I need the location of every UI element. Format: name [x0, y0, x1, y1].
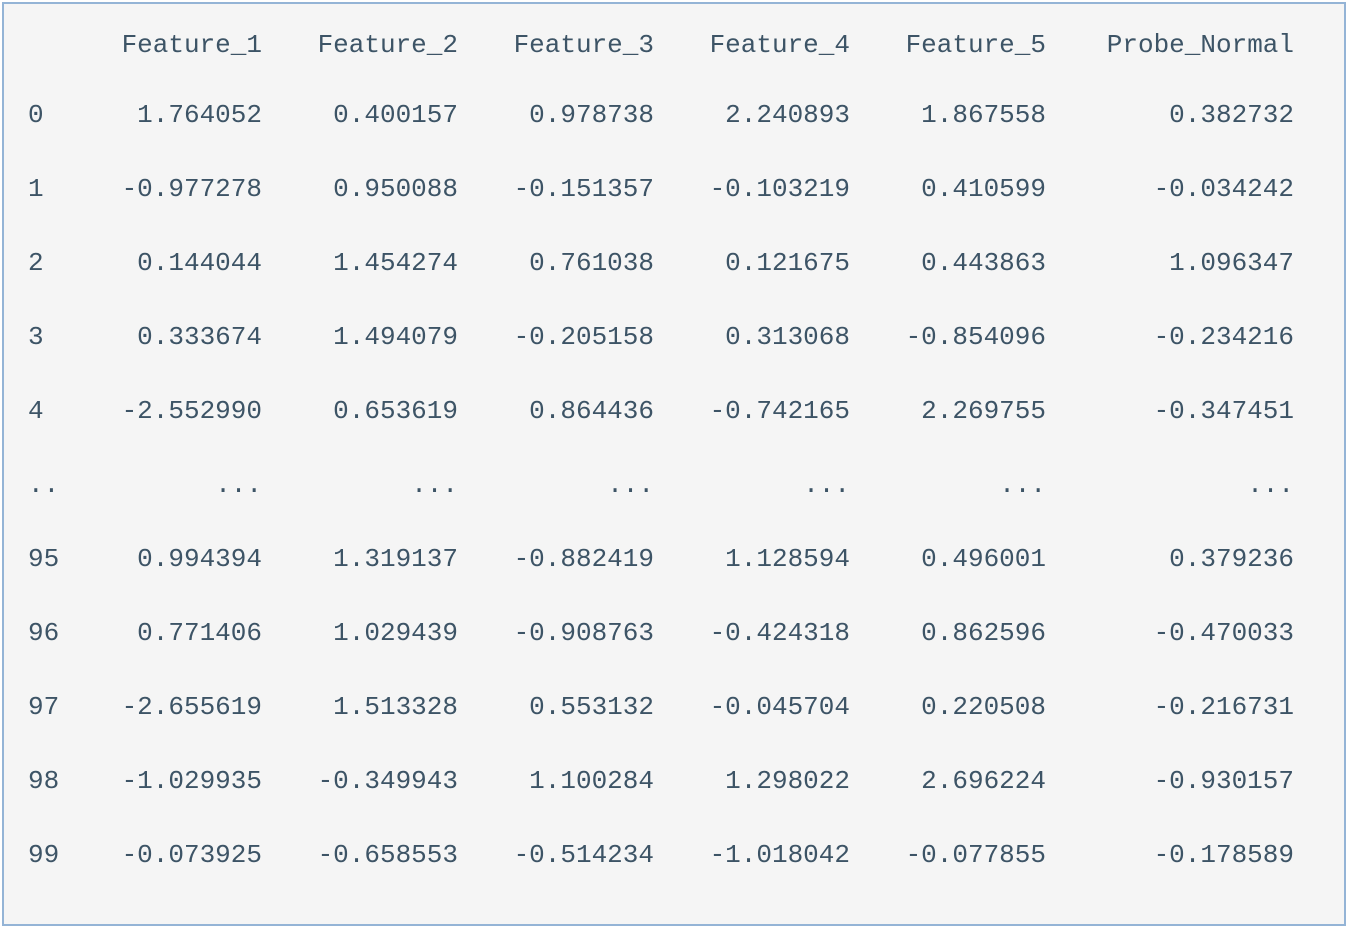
cell: 1.319137 — [280, 546, 476, 572]
cell: -0.854096 — [868, 324, 1064, 350]
table-row: 99 -0.073925 -0.658553 -0.514234 -1.0180… — [4, 842, 1344, 916]
cell: 1.494079 — [280, 324, 476, 350]
cell: -0.045704 — [672, 694, 868, 720]
cell: 0.443863 — [868, 250, 1064, 276]
cell: 0.379236 — [1064, 546, 1312, 572]
cell: -0.977278 — [84, 176, 280, 202]
col-header: Feature_2 — [280, 32, 476, 58]
cell: -0.073925 — [84, 842, 280, 868]
cell: 2.269755 — [868, 398, 1064, 424]
cell: -2.655619 — [84, 694, 280, 720]
cell: 0.653619 — [280, 398, 476, 424]
cell: -0.514234 — [476, 842, 672, 868]
cell-ellipsis: ... — [280, 472, 476, 498]
table-row: 3 0.333674 1.494079 -0.205158 0.313068 -… — [4, 324, 1344, 398]
cell: -0.347451 — [1064, 398, 1312, 424]
row-index: 3 — [28, 324, 84, 350]
cell: -0.034242 — [1064, 176, 1312, 202]
cell: -0.930157 — [1064, 768, 1312, 794]
table-row: 96 0.771406 1.029439 -0.908763 -0.424318… — [4, 620, 1344, 694]
cell: 1.100284 — [476, 768, 672, 794]
cell: 0.864436 — [476, 398, 672, 424]
cell: 1.764052 — [84, 102, 280, 128]
cell: 0.950088 — [280, 176, 476, 202]
cell: 1.454274 — [280, 250, 476, 276]
row-index: 95 — [28, 546, 84, 572]
row-index: 0 — [28, 102, 84, 128]
row-index: 2 — [28, 250, 84, 276]
table-row: 0 1.764052 0.400157 0.978738 2.240893 1.… — [4, 102, 1344, 176]
cell-ellipsis: ... — [476, 472, 672, 498]
table-row: 4 -2.552990 0.653619 0.864436 -0.742165 … — [4, 398, 1344, 472]
cell-ellipsis: ... — [84, 472, 280, 498]
table-row: 98 -1.029935 -0.349943 1.100284 1.298022… — [4, 768, 1344, 842]
cell-ellipsis: ... — [672, 472, 868, 498]
cell: -0.658553 — [280, 842, 476, 868]
cell: 1.128594 — [672, 546, 868, 572]
cell: 0.978738 — [476, 102, 672, 128]
cell: 0.400157 — [280, 102, 476, 128]
col-header: Feature_5 — [868, 32, 1064, 58]
row-index: 98 — [28, 768, 84, 794]
cell: 0.333674 — [84, 324, 280, 350]
cell-ellipsis: ... — [1064, 472, 1312, 498]
cell: 0.553132 — [476, 694, 672, 720]
cell: -0.908763 — [476, 620, 672, 646]
cell: 0.771406 — [84, 620, 280, 646]
cell: 2.240893 — [672, 102, 868, 128]
cell: 1.298022 — [672, 768, 868, 794]
ellipsis-row: .. ... ... ... ... ... ... — [4, 472, 1344, 546]
cell: -0.178589 — [1064, 842, 1312, 868]
cell: 2.696224 — [868, 768, 1064, 794]
cell: 0.410599 — [868, 176, 1064, 202]
cell: 0.761038 — [476, 250, 672, 276]
row-index: 97 — [28, 694, 84, 720]
cell: 0.382732 — [1064, 102, 1312, 128]
cell: 1.029439 — [280, 620, 476, 646]
cell: -0.742165 — [672, 398, 868, 424]
cell: -0.205158 — [476, 324, 672, 350]
cell: 1.096347 — [1064, 250, 1312, 276]
col-header: Feature_3 — [476, 32, 672, 58]
table-row: 97 -2.655619 1.513328 0.553132 -0.045704… — [4, 694, 1344, 768]
table-row: 95 0.994394 1.319137 -0.882419 1.128594 … — [4, 546, 1344, 620]
cell: 0.220508 — [868, 694, 1064, 720]
table-row: 1 -0.977278 0.950088 -0.151357 -0.103219… — [4, 176, 1344, 250]
row-index: 4 — [28, 398, 84, 424]
col-header: Feature_1 — [84, 32, 280, 58]
cell: -0.077855 — [868, 842, 1064, 868]
cell: -0.424318 — [672, 620, 868, 646]
col-header: Probe_Normal — [1064, 32, 1312, 58]
cell: 0.121675 — [672, 250, 868, 276]
cell: 0.313068 — [672, 324, 868, 350]
cell: -0.151357 — [476, 176, 672, 202]
cell: -0.216731 — [1064, 694, 1312, 720]
row-index: 99 — [28, 842, 84, 868]
row-index: 96 — [28, 620, 84, 646]
header-row: Feature_1 Feature_2 Feature_3 Feature_4 … — [4, 32, 1344, 102]
cell: 0.994394 — [84, 546, 280, 572]
cell: -0.470033 — [1064, 620, 1312, 646]
cell: -1.018042 — [672, 842, 868, 868]
cell: 0.144044 — [84, 250, 280, 276]
table-row: 2 0.144044 1.454274 0.761038 0.121675 0.… — [4, 250, 1344, 324]
cell: -2.552990 — [84, 398, 280, 424]
cell: -1.029935 — [84, 768, 280, 794]
cell: -0.349943 — [280, 768, 476, 794]
cell: 1.867558 — [868, 102, 1064, 128]
row-index: 1 — [28, 176, 84, 202]
cell: 1.513328 — [280, 694, 476, 720]
row-index-ellipsis: .. — [28, 472, 84, 498]
cell: -0.882419 — [476, 546, 672, 572]
col-header: Feature_4 — [672, 32, 868, 58]
cell: 0.496001 — [868, 546, 1064, 572]
dataframe-output: Feature_1 Feature_2 Feature_3 Feature_4 … — [2, 2, 1346, 926]
cell: -0.234216 — [1064, 324, 1312, 350]
cell-ellipsis: ... — [868, 472, 1064, 498]
cell: -0.103219 — [672, 176, 868, 202]
cell: 0.862596 — [868, 620, 1064, 646]
